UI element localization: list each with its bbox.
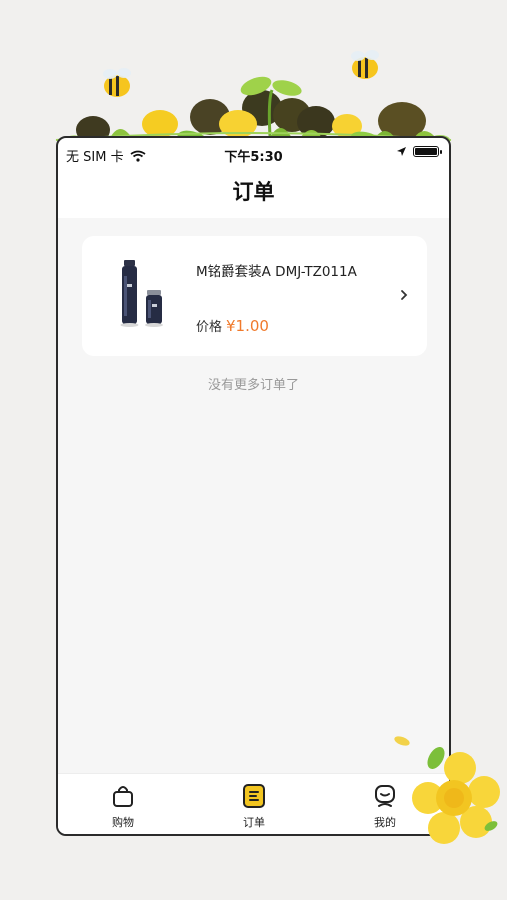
status-time: 下午5:30 bbox=[224, 150, 283, 165]
bee-icon bbox=[103, 68, 131, 97]
battery-icon bbox=[413, 146, 442, 157]
order-product-title: M铭爵套装A DMJ-TZ011A bbox=[196, 264, 357, 280]
list-end-text: 没有更多订单了 bbox=[207, 378, 299, 393]
tab-label: 订单 bbox=[243, 816, 265, 829]
location-arrow-icon bbox=[397, 147, 406, 156]
order-price-row: 价格 ¥1.00 bbox=[196, 316, 269, 335]
status-bar: 无 SIM 卡 下午5:30 bbox=[58, 138, 449, 168]
shopping-bag-icon bbox=[113, 786, 133, 807]
tab-shopping[interactable]: 购物 bbox=[88, 782, 158, 830]
order-card[interactable]: M铭爵套装A DMJ-TZ011A 价格 ¥1.00 bbox=[82, 236, 427, 356]
price-label: 价格 bbox=[196, 320, 223, 335]
decorative-flower bbox=[394, 736, 500, 844]
tab-orders[interactable]: 订单 bbox=[219, 782, 289, 830]
tab-label: 购物 bbox=[112, 816, 134, 829]
price-value: ¥1.00 bbox=[226, 317, 269, 335]
order-list-icon bbox=[243, 784, 265, 808]
chevron-right-icon[interactable] bbox=[397, 286, 411, 304]
thermos-set-image bbox=[120, 260, 163, 327]
order-list[interactable]: M铭爵套装A DMJ-TZ011A 价格 ¥1.00 没有更多订单了 bbox=[58, 218, 449, 774]
page-title: 订单 bbox=[232, 180, 275, 204]
bee-icon bbox=[351, 50, 379, 79]
